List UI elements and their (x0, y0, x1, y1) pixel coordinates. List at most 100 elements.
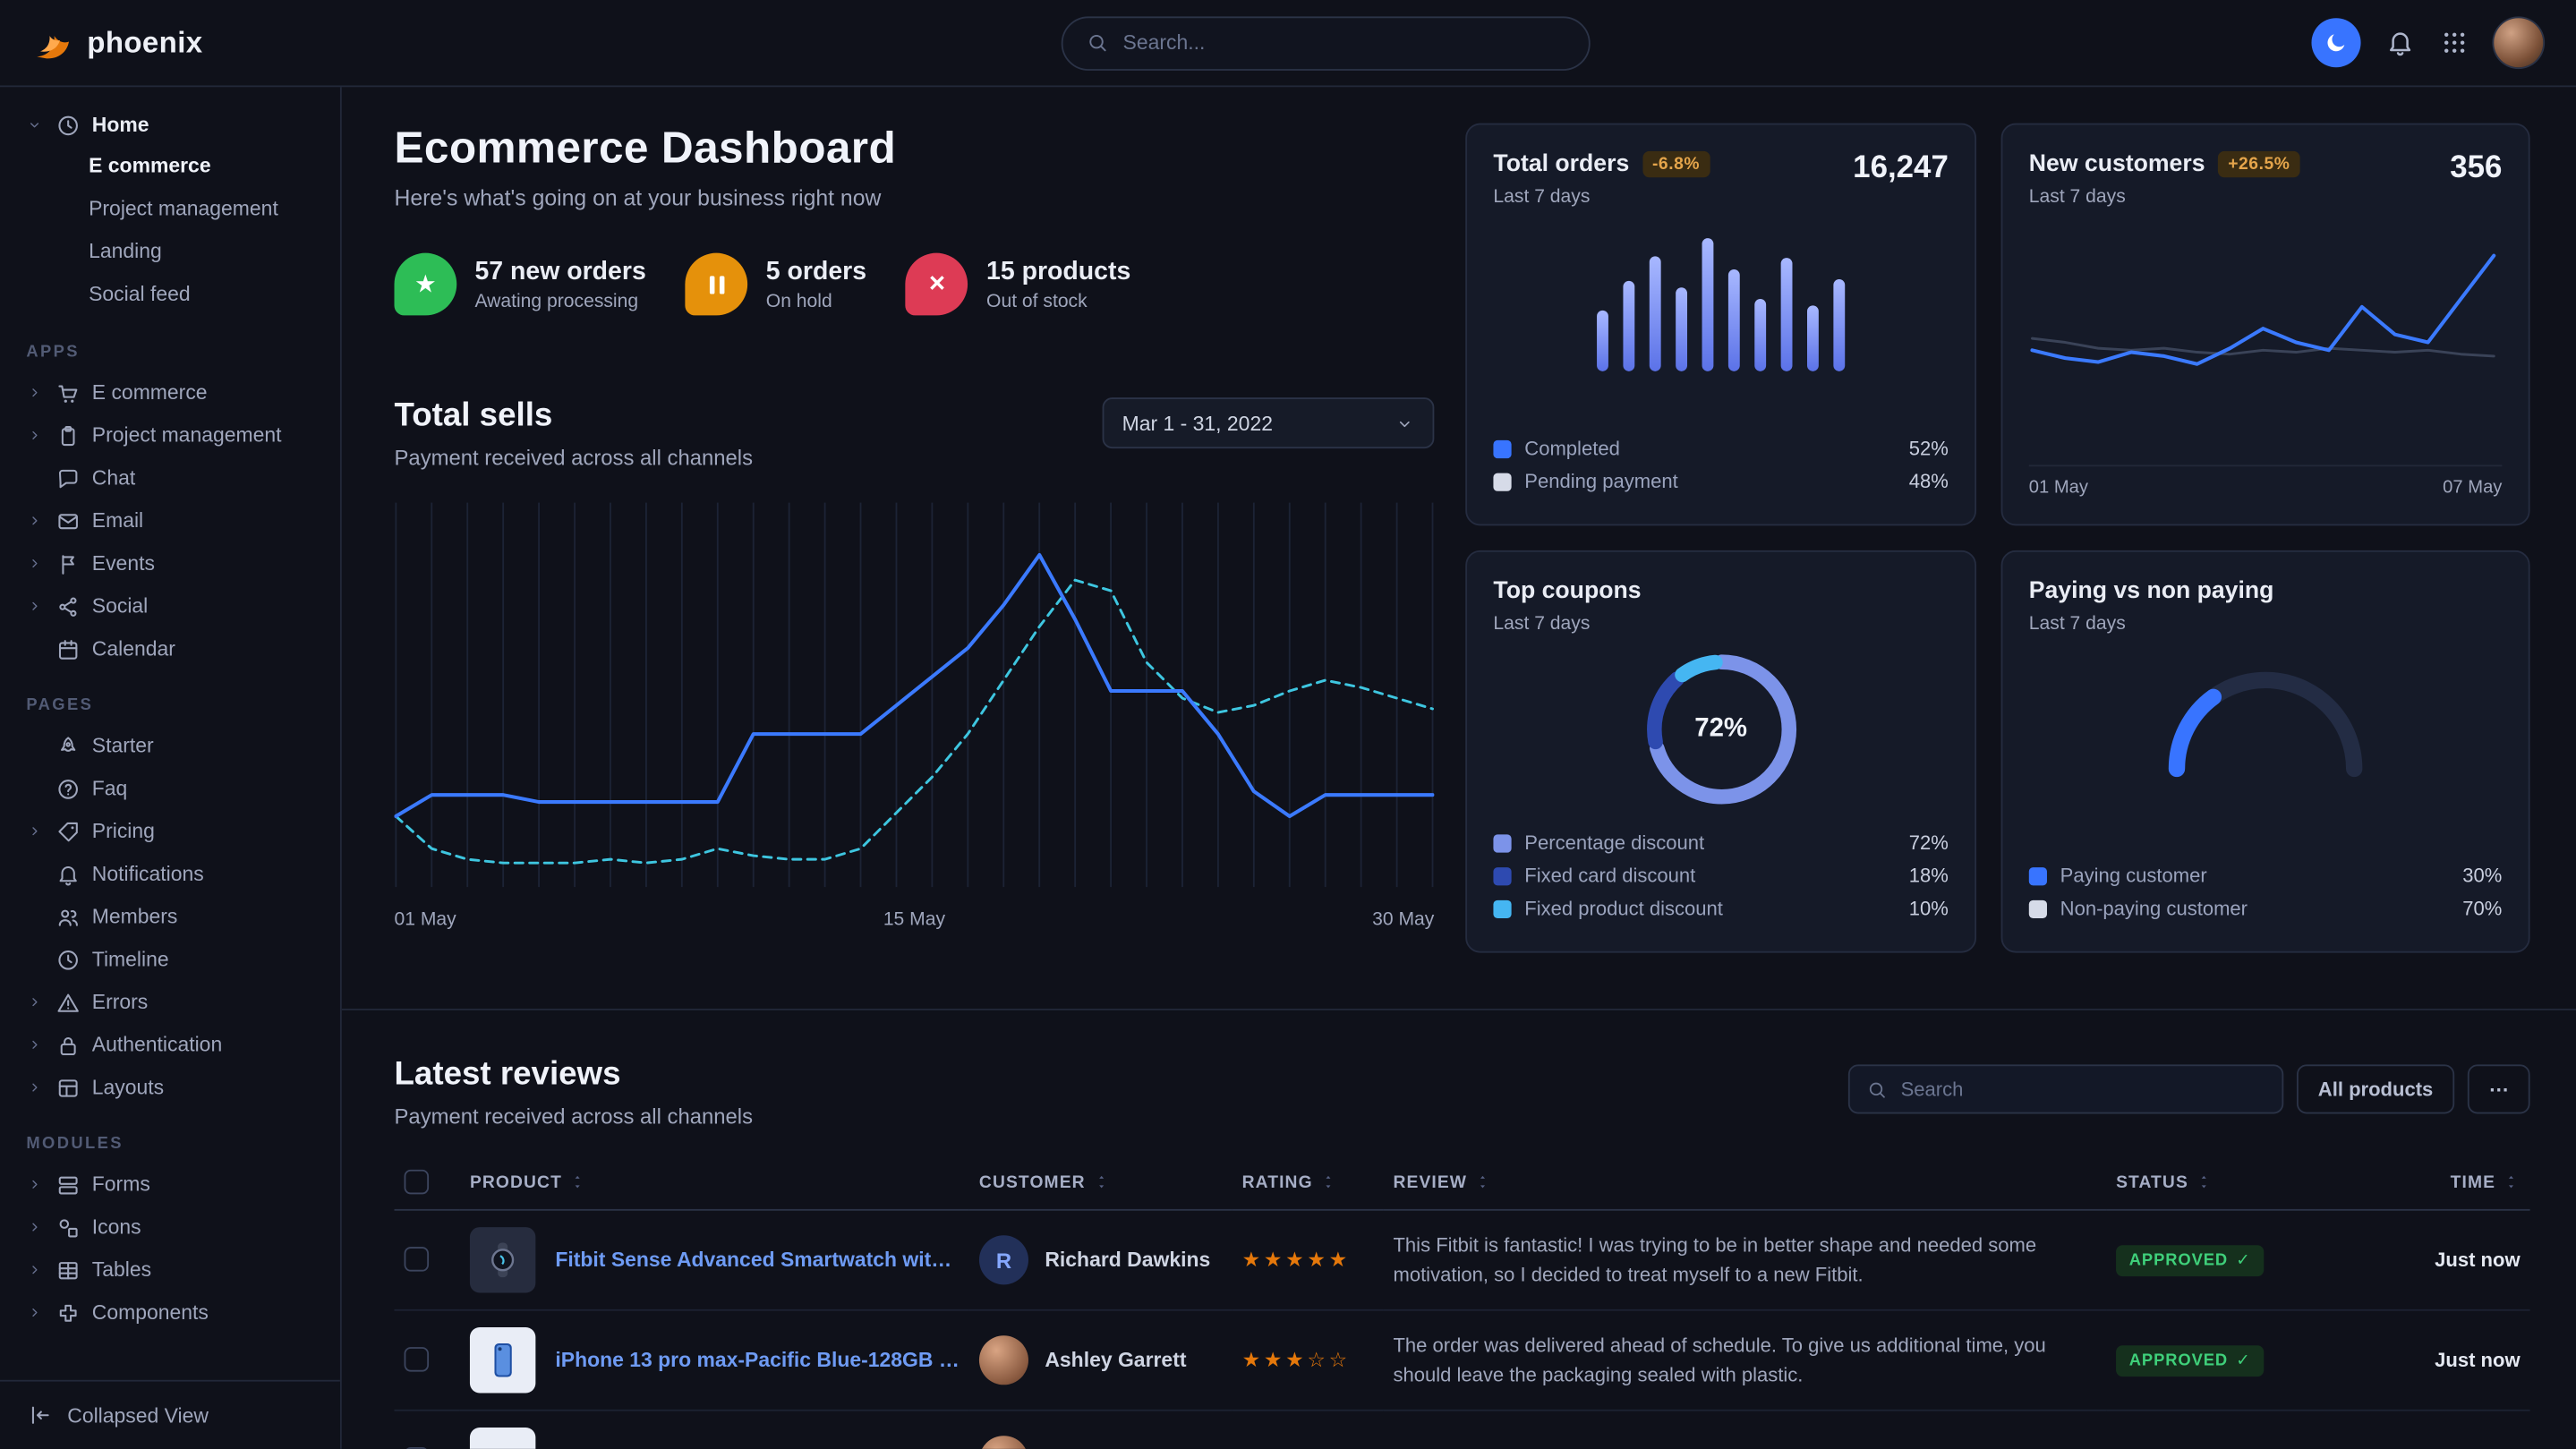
share-icon (55, 594, 81, 619)
column-header-customer[interactable]: CUSTOMER (969, 1155, 1233, 1209)
table-row: Fitbit Sense Advanced Smartwatch with To… (395, 1210, 2530, 1310)
product-link[interactable]: Fitbit Sense Advanced Smartwatch with To… (555, 1249, 960, 1272)
sort-icon[interactable] (2502, 1173, 2520, 1191)
sidebar-subitem-project-management[interactable]: Project management (13, 189, 328, 232)
sort-icon[interactable] (568, 1173, 586, 1191)
column-header-review[interactable]: REVIEW (1383, 1155, 2106, 1209)
stat-item: 5 ordersOn hold (686, 253, 866, 316)
paying-card: Paying vs non paying Last 7 days Paying … (2001, 550, 2530, 953)
customer-cell: RRichard Dawkins (969, 1210, 1233, 1310)
caret-right-icon (26, 384, 44, 400)
order-bar (1833, 278, 1845, 371)
total-sells-chart: 01 May 15 May 30 May (395, 499, 1435, 930)
sidebar-item-e-commerce[interactable]: E commerce (13, 371, 328, 414)
clock-icon (55, 113, 81, 138)
brand[interactable]: phoenix (30, 21, 338, 64)
new-customers-x-axis: 01 May 07 May (2029, 465, 2503, 498)
column-header-rating[interactable]: RATING (1233, 1155, 1384, 1209)
date-range-select[interactable]: Mar 1 - 31, 2022 (1103, 397, 1435, 448)
sidebar-item-calendar[interactable]: Calendar (13, 627, 328, 670)
sidebar-item-chat[interactable]: Chat (13, 456, 328, 499)
collapsed-view-toggle[interactable]: Collapsed View (0, 1380, 340, 1449)
flag-icon (55, 551, 81, 576)
customer-name[interactable]: Richard Dawkins (1045, 1249, 1210, 1272)
sidebar-item-notifications[interactable]: Notifications (13, 853, 328, 896)
reviews-search-input[interactable] (1901, 1078, 2265, 1101)
customer-name[interactable]: Ashley Garrett (1045, 1349, 1186, 1372)
product-link[interactable]: iPhone 13 pro max-Pacific Blue-128GB sto… (555, 1349, 960, 1372)
reviews-table: PRODUCTCUSTOMERRATINGREVIEWSTATUSTIME Fi… (395, 1155, 2530, 1449)
select-all-checkbox[interactable] (405, 1170, 430, 1195)
sort-icon[interactable] (1092, 1173, 1110, 1191)
legend-item: Paying customer30% (2029, 859, 2503, 892)
legend-value: 10% (1909, 897, 1949, 920)
apps-grid-button[interactable] (2440, 28, 2469, 57)
sidebar-item-events[interactable]: Events (13, 542, 328, 585)
sidebar-item-pricing[interactable]: Pricing (13, 810, 328, 853)
sidebar-item-errors[interactable]: Errors (13, 981, 328, 1024)
rating-stars: ★★★★★ (1242, 1249, 1351, 1272)
orders-bar-chart (1493, 226, 1948, 371)
sidebar-item-social[interactable]: Social (13, 584, 328, 627)
caret-right-icon (26, 1219, 44, 1235)
column-header-time[interactable]: TIME (2316, 1155, 2530, 1209)
legend-swatch (2029, 866, 2047, 884)
all-products-button[interactable]: All products (2297, 1064, 2454, 1113)
sidebar-subitem-social-feed[interactable]: Social feed (13, 275, 328, 318)
product-cell: iPhone 13 pro max-Pacific Blue-128GB sto… (460, 1310, 969, 1411)
notifications-button[interactable] (2385, 28, 2415, 57)
global-search-input[interactable] (1123, 31, 1565, 55)
product-cell (460, 1411, 969, 1449)
latest-reviews-section: Latest reviews Payment received across a… (342, 1009, 2576, 1449)
collapse-icon (28, 1402, 53, 1428)
legend-value: 72% (1909, 831, 1949, 855)
topbar-actions (2311, 18, 2543, 67)
card-period: Last 7 days (1493, 614, 1641, 634)
sidebar-item-email[interactable]: Email (13, 499, 328, 542)
coupons-legend: Percentage discount72%Fixed card discoun… (1493, 826, 1948, 925)
page-subtitle: Here's what's going on at your business … (395, 185, 1435, 210)
legend-value: 18% (1909, 864, 1949, 887)
column-header-status[interactable]: STATUS (2106, 1155, 2316, 1209)
sort-icon[interactable] (1319, 1173, 1337, 1191)
sidebar-subitem-e-commerce[interactable]: E commerce (13, 146, 328, 189)
legend-label: Fixed card discount (1524, 864, 1695, 887)
sidebar-subitem-landing[interactable]: Landing (13, 232, 328, 275)
sidebar-item-members[interactable]: Members (13, 895, 328, 938)
paying-legend: Paying customer30%Non-paying customer70% (2029, 859, 2503, 925)
sidebar-item-layouts[interactable]: Layouts (13, 1066, 328, 1109)
cart-icon (55, 380, 81, 405)
user-avatar[interactable] (2494, 18, 2543, 67)
sidebar-item-faq[interactable]: Faq (13, 767, 328, 810)
sidebar-item-home[interactable]: Home (13, 104, 328, 147)
sidebar: HomeE commerceProject managementLandingS… (0, 87, 342, 1449)
reviews-controls: All products ⋯ (1848, 1064, 2530, 1113)
sort-icon[interactable] (1473, 1173, 1491, 1191)
review-cell: The order was delivered ahead of schedul… (1383, 1310, 2106, 1411)
column-header-product[interactable]: PRODUCT (460, 1155, 969, 1209)
theme-toggle-button[interactable] (2311, 18, 2360, 67)
sidebar-item-timeline[interactable]: Timeline (13, 938, 328, 981)
donut-center-label: 72% (1635, 644, 1806, 815)
sidebar-item-starter[interactable]: Starter (13, 724, 328, 767)
stat-pause-icon (686, 253, 748, 316)
paying-gauge-svg (2157, 661, 2374, 782)
order-bar (1650, 256, 1661, 371)
sidebar-item-tables[interactable]: Tables (13, 1249, 328, 1291)
sidebar-item-project-management[interactable]: Project management (13, 414, 328, 457)
sidebar-item-forms[interactable]: Forms (13, 1163, 328, 1206)
date-range-value: Mar 1 - 31, 2022 (1122, 412, 1273, 435)
sidebar-item-components[interactable]: Components (13, 1291, 328, 1334)
row-checkbox[interactable] (405, 1348, 430, 1373)
global-search[interactable] (1061, 15, 1590, 70)
sort-icon[interactable] (2195, 1173, 2213, 1191)
reviews-search[interactable] (1848, 1064, 2283, 1113)
rating-cell: ★★★☆☆ (1233, 1310, 1384, 1411)
main-content: Ecommerce Dashboard Here's what's going … (342, 87, 2576, 1449)
more-options-button[interactable]: ⋯ (2468, 1064, 2530, 1113)
row-checkbox[interactable] (405, 1248, 430, 1273)
new-customers-chart-svg (2029, 224, 2497, 447)
sidebar-item-icons[interactable]: Icons (13, 1206, 328, 1249)
product-cell: Fitbit Sense Advanced Smartwatch with To… (460, 1210, 969, 1310)
sidebar-item-authentication[interactable]: Authentication (13, 1023, 328, 1066)
